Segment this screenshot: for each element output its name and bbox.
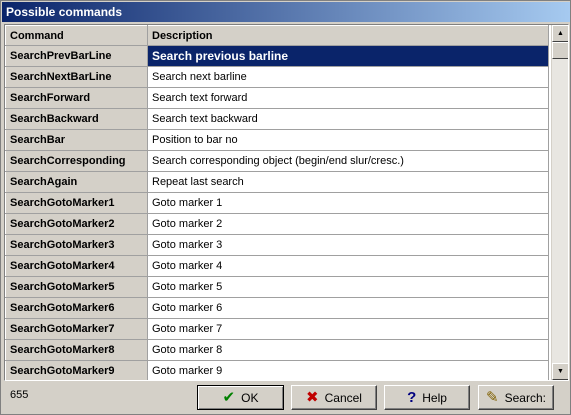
window-title: Possible commands (2, 2, 570, 22)
button-bar: 655 ✔ OK ✖ Cancel ? Help ✎ Search: (4, 383, 569, 413)
description-cell[interactable]: Search text backward (147, 108, 549, 130)
description-cell[interactable]: Goto marker 7 (147, 318, 549, 340)
table-row[interactable]: SearchGotoMarker5 Goto marker 5 (5, 276, 549, 298)
search-button[interactable]: ✎ Search: (478, 385, 554, 410)
help-button-label: Help (422, 390, 447, 405)
vertical-scrollbar[interactable]: ▲ ▼ (551, 25, 568, 380)
arrow-down-icon: ▼ (557, 368, 564, 375)
description-cell[interactable]: Goto marker 4 (147, 255, 549, 277)
commands-table-body: SearchPrevBarLine Search previous barline… (5, 45, 549, 380)
description-cell[interactable]: Goto marker 6 (147, 297, 549, 319)
scroll-up-button[interactable]: ▲ (552, 25, 568, 42)
command-cell[interactable]: SearchForward (5, 87, 148, 109)
help-button[interactable]: ? Help (384, 385, 470, 410)
command-cell[interactable]: SearchPrevBarLine (5, 45, 148, 67)
command-cell[interactable]: SearchGotoMarker5 (5, 276, 148, 298)
table-row[interactable]: SearchGotoMarker3 Goto marker 3 (5, 234, 549, 256)
table-row[interactable]: SearchForward Search text forward (5, 87, 549, 109)
column-header-command[interactable]: Command (5, 25, 148, 46)
description-cell[interactable]: Search next barline (147, 66, 549, 88)
command-cell[interactable]: SearchGotoMarker6 (5, 297, 148, 319)
description-cell[interactable]: Goto marker 5 (147, 276, 549, 298)
table-row[interactable]: SearchNextBarLine Search next barline (5, 66, 549, 88)
command-cell[interactable]: SearchGotoMarker1 (5, 192, 148, 214)
description-cell[interactable]: Repeat last search (147, 171, 549, 193)
question-icon: ? (407, 389, 417, 406)
flashlight-icon: ✎ (486, 389, 499, 406)
command-cell[interactable]: SearchGotoMarker3 (5, 234, 148, 256)
ok-button[interactable]: ✔ OK (197, 385, 284, 410)
commands-grid[interactable]: Command Description SearchPrevBarLine Sea… (4, 24, 569, 381)
description-cell[interactable]: Goto marker 2 (147, 213, 549, 235)
x-icon: ✖ (306, 389, 319, 406)
command-cell[interactable]: SearchBackward (5, 108, 148, 130)
description-cell[interactable]: Position to bar no (147, 129, 549, 151)
table-row[interactable]: SearchGotoMarker7 Goto marker 7 (5, 318, 549, 340)
table-row[interactable]: SearchGotoMarker6 Goto marker 6 (5, 297, 549, 319)
table-row[interactable]: SearchGotoMarker2 Goto marker 2 (5, 213, 549, 235)
table-row[interactable]: SearchGotoMarker4 Goto marker 4 (5, 255, 549, 277)
search-button-label: Search: (504, 390, 546, 405)
description-cell[interactable]: Goto marker 8 (147, 339, 549, 361)
command-cell[interactable]: SearchNextBarLine (5, 66, 148, 88)
table-row[interactable]: SearchCorresponding Search corresponding … (5, 150, 549, 172)
table-row[interactable]: SearchGotoMarker8 Goto marker 8 (5, 339, 549, 361)
command-count: 655 (10, 389, 29, 401)
command-cell[interactable]: SearchAgain (5, 171, 148, 193)
description-cell[interactable]: Search previous barline (147, 45, 549, 67)
command-cell[interactable]: SearchGotoMarker7 (5, 318, 148, 340)
table-row[interactable]: SearchAgain Repeat last search (5, 171, 549, 193)
description-cell[interactable]: Goto marker 1 (147, 192, 549, 214)
table-row[interactable]: SearchPrevBarLine Search previous barline (5, 45, 549, 67)
possible-commands-dialog: Possible commands Command Description Se… (0, 0, 571, 415)
description-cell[interactable]: Search corresponding object (begin/end s… (147, 150, 549, 172)
description-cell[interactable]: Goto marker 9 (147, 360, 549, 380)
command-cell[interactable]: SearchBar (5, 129, 148, 151)
table-row[interactable]: SearchBackward Search text backward (5, 108, 549, 130)
scroll-thumb[interactable] (552, 42, 568, 59)
command-cell[interactable]: SearchGotoMarker8 (5, 339, 148, 361)
commands-table: Command Description SearchPrevBarLine Sea… (5, 25, 549, 380)
column-header-description[interactable]: Description (147, 25, 549, 46)
command-cell[interactable]: SearchGotoMarker4 (5, 255, 148, 277)
ok-button-label: OK (241, 390, 259, 405)
table-row[interactable]: SearchGotoMarker1 Goto marker 1 (5, 192, 549, 214)
command-cell[interactable]: SearchGotoMarker2 (5, 213, 148, 235)
description-cell[interactable]: Search text forward (147, 87, 549, 109)
command-cell[interactable]: SearchCorresponding (5, 150, 148, 172)
arrow-up-icon: ▲ (557, 30, 564, 37)
cancel-button-label: Cancel (324, 390, 362, 405)
description-cell[interactable]: Goto marker 3 (147, 234, 549, 256)
scroll-down-button[interactable]: ▼ (552, 363, 568, 380)
cancel-button[interactable]: ✖ Cancel (291, 385, 377, 410)
command-cell[interactable]: SearchGotoMarker9 (5, 360, 148, 380)
table-row[interactable]: SearchGotoMarker9 Goto marker 9 (5, 360, 549, 380)
table-row[interactable]: SearchBar Position to bar no (5, 129, 549, 151)
checkmark-icon: ✔ (222, 389, 236, 406)
